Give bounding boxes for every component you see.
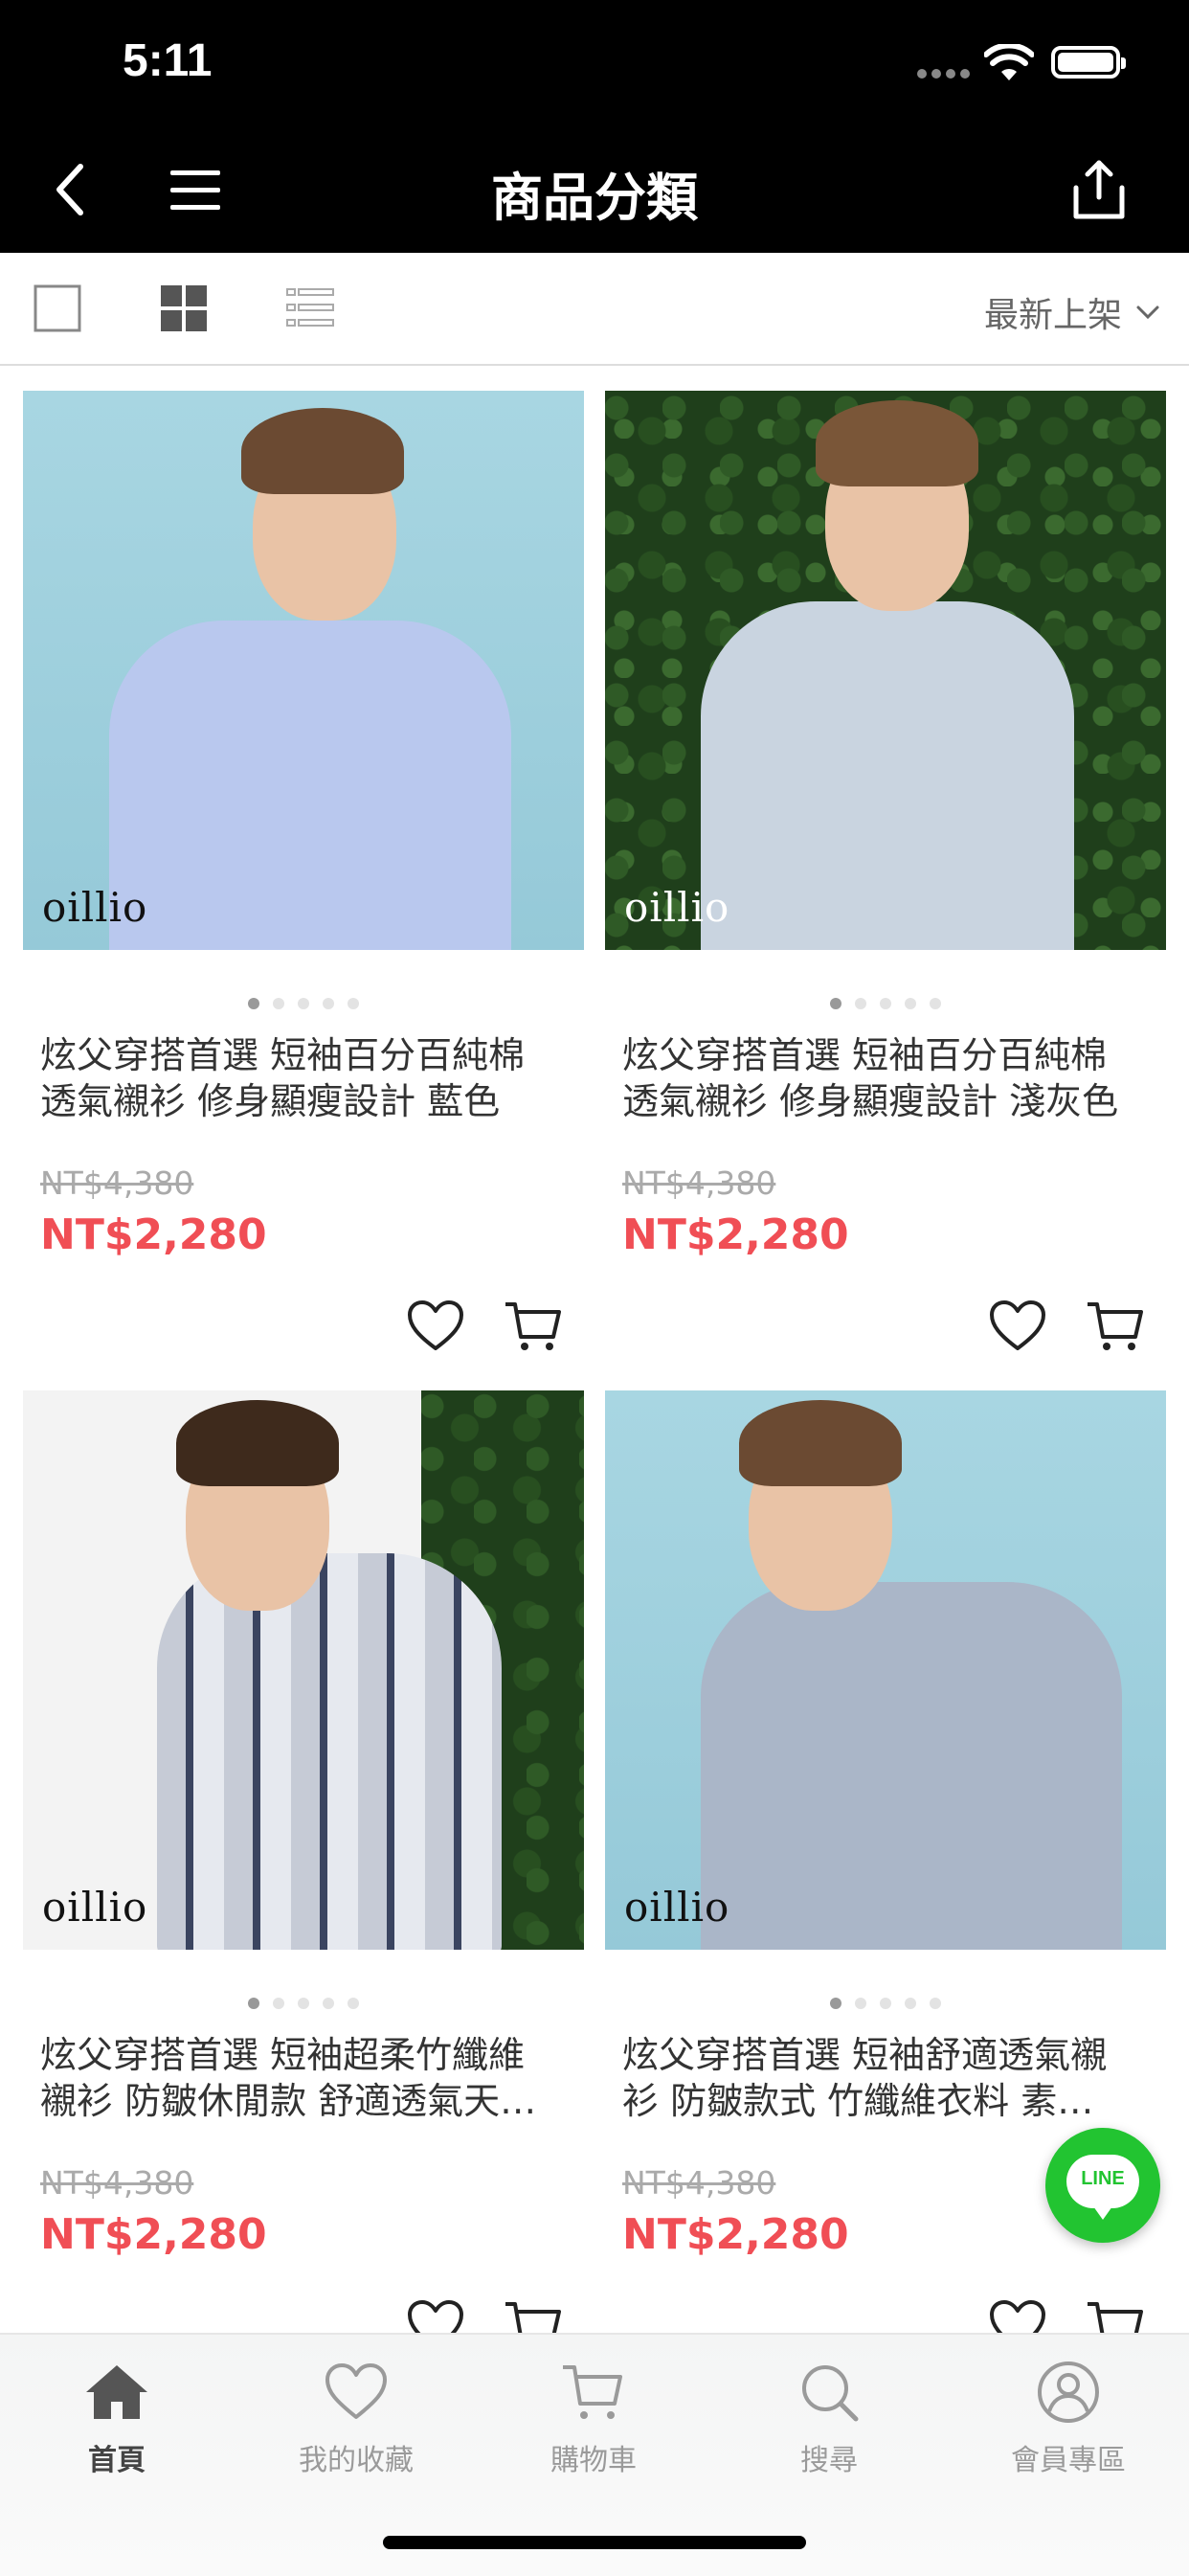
product-card[interactable]: oillio 炫父穿搭首選 短袖百分百純棉 透氣襯衫 修身顯瘦設計 淺灰色 NT… [605,391,1166,1377]
tab-search[interactable]: 搜尋 [733,2358,925,2492]
brand-logo: oillio [624,1884,730,1931]
image-pagination [23,1998,584,2009]
line-chat-button[interactable]: LINE [1045,2128,1160,2243]
status-time: 5:11 [123,35,213,86]
product-title[interactable]: 炫父穿搭首選 短袖百分百純棉 透氣襯衫 修身顯瘦設計 淺灰色 [622,1032,1158,1124]
sale-price: NT$2,280 [622,1210,849,1259]
product-image[interactable]: oillio [23,391,584,950]
product-card[interactable]: oillio 炫父穿搭首選 短袖百分百純棉 透氣襯衫 修身顯瘦設計 藍色 NT$… [23,391,584,1377]
original-price: NT$4,380 [40,2164,194,2202]
heart-icon[interactable] [404,1295,467,1358]
search-icon [802,2365,859,2422]
sort-label: 最新上架 [983,296,1122,335]
share-icon[interactable] [1065,155,1133,224]
tab-cart[interactable]: 購物車 [498,2358,689,2492]
cart-icon [563,2365,622,2419]
user-icon [1038,2361,1099,2423]
line-icon: LINE [1066,2155,1139,2220]
brand-logo: oillio [42,1884,148,1931]
wifi-icon [984,44,1034,80]
brand-logo: oillio [624,884,730,931]
chevron-down-icon [1136,305,1159,320]
list-view-icon[interactable] [285,283,335,333]
sale-price: NT$2,280 [40,2210,267,2259]
product-title[interactable]: 炫父穿搭首選 短袖百分百純棉 透氣襯衫 修身顯瘦設計 藍色 [40,1032,576,1124]
heart-icon[interactable] [986,1295,1049,1358]
brand-logo: oillio [42,884,148,931]
product-image[interactable]: oillio [605,391,1166,950]
tab-member[interactable]: 會員專區 [973,2358,1164,2492]
nav-bar: 商品分類 [0,126,1189,253]
tab-home[interactable]: 首頁 [21,2358,213,2492]
product-image[interactable]: oillio [605,1390,1166,1950]
cart-icon[interactable] [1084,1295,1147,1358]
status-bar: 5:11 [0,0,1189,126]
home-indicator [383,2536,806,2549]
single-view-icon[interactable] [33,283,82,333]
view-toolbar: 最新上架 [0,253,1189,366]
product-title[interactable]: 炫父穿搭首選 短袖超柔竹纖維 襯衫 防皺休閒款 舒適透氣天… [40,2032,576,2124]
page-title: 商品分類 [491,168,698,228]
original-price: NT$4,380 [622,1164,776,1202]
sort-dropdown[interactable]: 最新上架 [984,287,1160,337]
heart-icon [325,2363,387,2419]
product-title[interactable]: 炫父穿搭首選 短袖舒適透氣襯 衫 防皺款式 竹纖維衣料 素… [622,2032,1158,2124]
original-price: NT$4,380 [622,2164,776,2202]
image-pagination [605,998,1166,1009]
sale-price: NT$2,280 [622,2210,849,2259]
grid-view-icon[interactable] [159,283,209,333]
image-pagination [23,998,584,1009]
signal-icon [917,69,971,80]
cart-icon[interactable] [502,1295,565,1358]
sale-price: NT$2,280 [40,1210,267,1259]
battery-icon [1051,46,1126,79]
product-image[interactable]: oillio [23,1390,584,1950]
product-card[interactable]: oillio 炫父穿搭首選 短袖超柔竹纖維 襯衫 防皺休閒款 舒適透氣天… NT… [23,1390,584,2377]
tab-favorites[interactable]: 我的收藏 [260,2358,452,2492]
home-icon [86,2365,147,2419]
image-pagination [605,1998,1166,2009]
original-price: NT$4,380 [40,1164,194,1202]
